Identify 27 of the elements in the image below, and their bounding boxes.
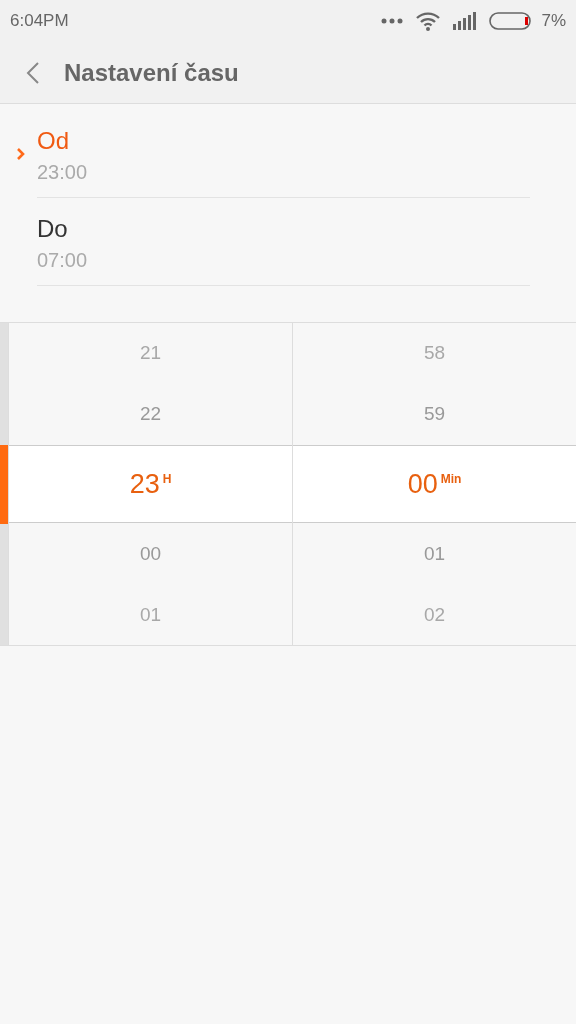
picker-value[interactable]: 00 (407, 468, 438, 500)
range-label: Od (37, 127, 70, 155)
picker-value[interactable]: 01 (423, 542, 446, 565)
range-time: 07:00 (37, 249, 89, 272)
battery-percent: 7% (541, 11, 566, 31)
picker-value[interactable]: 01 (139, 603, 162, 626)
chevron-icon (16, 147, 26, 161)
wifi-icon (415, 11, 442, 31)
screen-title: Nastavení času (64, 58, 239, 87)
picker-value[interactable]: 58 (423, 342, 446, 365)
time-range-item[interactable]: Od 23:00 (0, 110, 576, 198)
picker-value[interactable]: 00 (139, 542, 162, 565)
back-button[interactable] (26, 60, 40, 85)
picker-value[interactable]: 21 (139, 342, 162, 365)
status-time: 6:04PM (10, 11, 69, 31)
more-icon (381, 18, 404, 24)
signal-icon (453, 12, 478, 30)
picker-value[interactable]: 59 (423, 403, 446, 426)
picker-value[interactable]: 02 (423, 603, 446, 626)
picker-value[interactable]: 23 (129, 468, 160, 500)
unit-label: Min (440, 472, 462, 486)
picker-value[interactable]: 22 (139, 403, 162, 426)
unit-label: H (162, 472, 172, 486)
range-time: 23:00 (37, 161, 89, 184)
time-range-item[interactable]: Do 07:00 (0, 198, 576, 286)
battery-icon (489, 12, 534, 30)
range-label: Do (37, 215, 69, 243)
